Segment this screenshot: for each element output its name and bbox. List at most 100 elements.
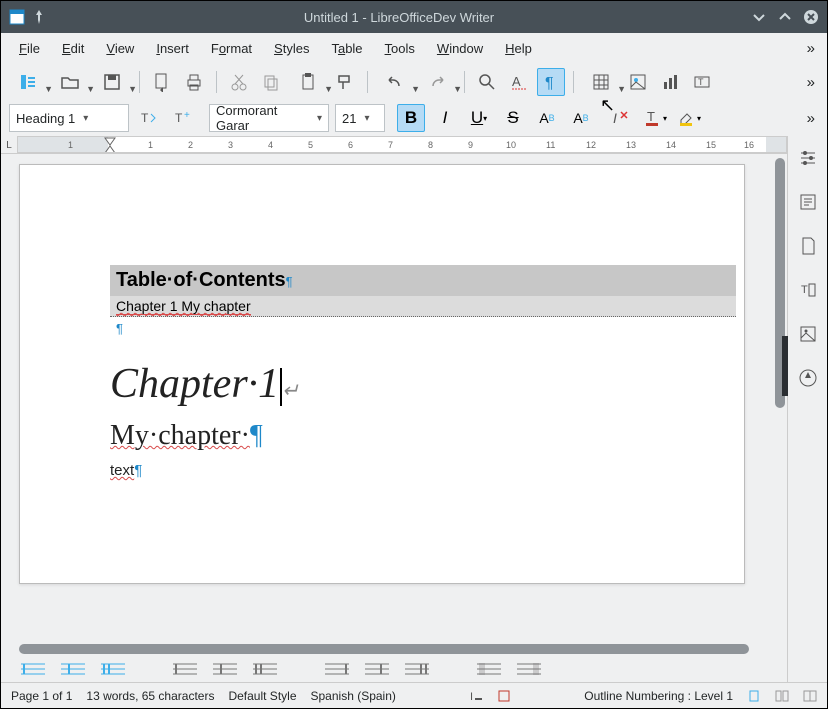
status-language[interactable]: Spanish (Spain) — [311, 689, 396, 703]
heading-1: Chapter·1↵ — [110, 360, 736, 408]
menu-table[interactable]: Table — [321, 37, 372, 60]
print-button[interactable] — [180, 68, 208, 96]
format-overflow[interactable]: » — [803, 110, 819, 127]
svg-text:T: T — [698, 77, 704, 87]
view-single-icon[interactable] — [747, 689, 761, 703]
pilcrow-icon: ¶ — [134, 462, 142, 479]
tab-stop-icon-7[interactable] — [323, 662, 351, 676]
signature-icon[interactable] — [497, 689, 511, 703]
menu-file[interactable]: File — [9, 37, 50, 60]
spellcheck-button[interactable]: A — [505, 68, 533, 96]
menubar: File Edit View Insert Format Styles Tabl… — [1, 33, 827, 64]
mouse-cursor: ↖ — [600, 95, 615, 116]
view-book-icon[interactable] — [803, 689, 817, 703]
menu-help[interactable]: Help — [495, 37, 542, 60]
redo-button[interactable]: ▼ — [418, 68, 456, 96]
menu-tools[interactable]: Tools — [375, 37, 425, 60]
strikethrough-button[interactable]: S — [499, 104, 527, 132]
styles-panel-button[interactable] — [794, 188, 822, 216]
svg-text:T: T — [647, 109, 655, 124]
status-page[interactable]: Page 1 of 1 — [11, 689, 72, 703]
document-page[interactable]: Table·of·Contents¶ Chapter 1 My chapter … — [19, 164, 745, 584]
insert-mode-icon[interactable]: I — [469, 689, 483, 703]
vertical-scrollbar[interactable] — [773, 154, 787, 642]
formatting-marks-button[interactable]: ¶ — [537, 68, 565, 96]
highlight-button[interactable]: ▾ — [675, 104, 703, 132]
navigator-panel-button[interactable] — [794, 320, 822, 348]
new-style-button[interactable]: T+ — [169, 104, 197, 132]
menu-styles[interactable]: Styles — [264, 37, 319, 60]
tab-stop-icon-5[interactable] — [211, 662, 239, 676]
clone-formatting-button[interactable] — [331, 68, 359, 96]
svg-text:¶: ¶ — [545, 75, 554, 92]
view-multi-icon[interactable] — [775, 689, 789, 703]
insert-image-button[interactable] — [624, 68, 652, 96]
menu-insert[interactable]: Insert — [146, 37, 199, 60]
tab-stop-icon-11[interactable] — [515, 662, 543, 676]
pilcrow-icon: ¶ — [286, 274, 293, 289]
menu-window[interactable]: Window — [427, 37, 493, 60]
sidebar: T — [787, 136, 827, 682]
tab-stop-icon-2[interactable] — [59, 662, 87, 676]
save-button[interactable]: ▼ — [93, 68, 131, 96]
menu-overflow[interactable]: » — [807, 40, 819, 57]
svg-text:T: T — [801, 284, 808, 296]
status-outline[interactable]: Outline Numbering : Level 1 — [584, 689, 733, 703]
gallery-panel-button[interactable]: T — [794, 276, 822, 304]
toc-title: Table·of·Contents — [116, 269, 286, 291]
line-break-icon: ↵ — [282, 380, 299, 402]
italic-button[interactable]: I — [431, 104, 459, 132]
new-button[interactable]: ▼ — [9, 68, 47, 96]
status-wordcount[interactable]: 13 words, 65 characters — [86, 689, 214, 703]
tab-stop-icon-3[interactable] — [99, 662, 127, 676]
status-style[interactable]: Default Style — [228, 689, 296, 703]
properties-panel-button[interactable] — [794, 144, 822, 172]
toc-title-row: Table·of·Contents¶ — [110, 265, 736, 296]
tab-stop-icon-8[interactable] — [363, 662, 391, 676]
insert-chart-button[interactable] — [656, 68, 684, 96]
paste-button[interactable]: ▼ — [289, 68, 327, 96]
undo-button[interactable]: ▼ — [376, 68, 414, 96]
menu-edit[interactable]: Edit — [52, 37, 94, 60]
tab-stop-icon-6[interactable] — [251, 662, 279, 676]
font-color-button[interactable]: T▾ — [641, 104, 669, 132]
paragraph-style-combo[interactable]: Heading 1▾ — [9, 104, 129, 132]
toolbar-overflow[interactable]: » — [803, 74, 819, 91]
insert-textbox-button[interactable]: T — [688, 68, 716, 96]
font-size-combo[interactable]: 21▾ — [335, 104, 385, 132]
open-button[interactable]: ▼ — [51, 68, 89, 96]
tab-stop-icon-9[interactable] — [403, 662, 431, 676]
tab-stop-icon-10[interactable] — [475, 662, 503, 676]
update-style-button[interactable]: T — [135, 104, 163, 132]
bold-button[interactable]: B — [397, 104, 425, 132]
tab-stop-icon-1[interactable] — [19, 662, 47, 676]
font-name-combo[interactable]: Cormorant Garar▾ — [209, 104, 329, 132]
sidebar-handle[interactable] — [782, 336, 788, 396]
menu-view[interactable]: View — [96, 37, 144, 60]
menu-format[interactable]: Format — [201, 37, 262, 60]
close-button[interactable] — [803, 9, 819, 25]
pilcrow-icon: ¶ — [250, 420, 263, 451]
subscript-button[interactable]: AB — [567, 104, 595, 132]
horizontal-scrollbar[interactable] — [1, 642, 787, 656]
insert-table-button[interactable]: ▼ — [582, 68, 620, 96]
titlebar: Untitled 1 - LibreOfficeDev Writer — [1, 1, 827, 33]
tab-stop-icon-4[interactable] — [171, 662, 199, 676]
export-pdf-button[interactable] — [148, 68, 176, 96]
compass-panel-button[interactable] — [794, 364, 822, 392]
copy-button[interactable] — [257, 68, 285, 96]
pin-icon[interactable] — [31, 9, 47, 25]
find-button[interactable] — [473, 68, 501, 96]
underline-button[interactable]: U▾ — [465, 104, 493, 132]
content-area: L 1 1 2 3 4 5 6 7 8 9 10 11 12 — [1, 136, 827, 682]
page-panel-button[interactable] — [794, 232, 822, 260]
horizontal-ruler[interactable]: L 1 1 2 3 4 5 6 7 8 9 10 11 12 — [1, 136, 787, 154]
maximize-button[interactable] — [777, 9, 793, 25]
cut-button[interactable] — [225, 68, 253, 96]
minimize-button[interactable] — [751, 9, 767, 25]
superscript-button[interactable]: AB — [533, 104, 561, 132]
indent-toolbar — [1, 656, 787, 682]
format-toolbar: Heading 1▾ T T+ Cormorant Garar▾ 21▾ B I… — [1, 100, 827, 136]
pilcrow-icon: ¶ — [116, 321, 123, 336]
svg-text:T: T — [175, 111, 183, 125]
